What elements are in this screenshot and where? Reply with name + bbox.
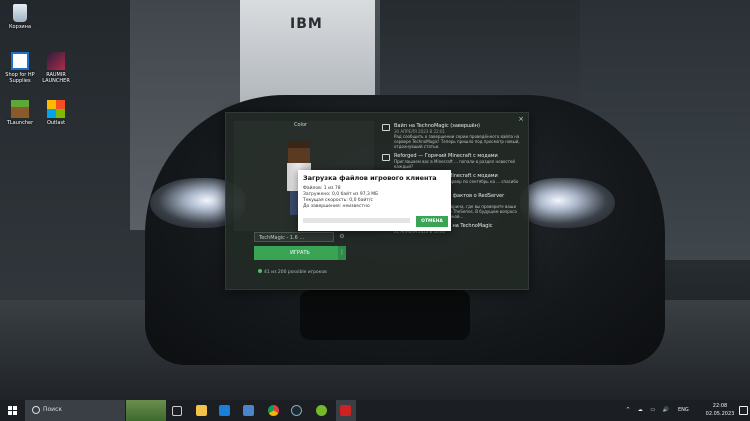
- play-options-icon[interactable]: ⋮: [338, 246, 346, 260]
- recycle-bin-icon: [13, 4, 27, 22]
- clock-time[interactable]: 22:08: [702, 403, 738, 409]
- online-dot-icon: [258, 269, 262, 273]
- windows-logo-icon: [8, 406, 17, 415]
- raumir-launcher-icon: [47, 52, 65, 70]
- mail-icon[interactable]: [243, 405, 254, 416]
- utorrent-icon[interactable]: [316, 405, 327, 416]
- steam-icon[interactable]: [291, 405, 302, 416]
- online-count: 41 из 200 possible игроков: [264, 270, 327, 275]
- cancel-button[interactable]: ОТМЕНА: [416, 216, 448, 227]
- close-icon[interactable]: ×: [518, 115, 524, 123]
- server-select[interactable]: TechMagic - 1.6 ...: [254, 232, 334, 242]
- file-explorer-icon[interactable]: [196, 405, 207, 416]
- desktop-icon-label: TLauncher: [6, 120, 34, 126]
- download-progress-bar: [303, 218, 410, 223]
- desktop-icon-tlauncher[interactable]: TLauncher: [0, 100, 40, 126]
- desktop-icon-label: Outlast: [46, 120, 66, 126]
- news-chat-icon: [382, 154, 390, 161]
- hp-printer-icon: [11, 52, 29, 70]
- launcher-taskbar-icon[interactable]: [340, 405, 351, 416]
- desktop-icon-recycle-bin[interactable]: Корзина: [0, 4, 40, 30]
- desktop-icon-raumir-launcher[interactable]: RAUMIR LAUNCHER: [36, 52, 76, 84]
- play-button[interactable]: ИГРАТЬ: [254, 246, 346, 260]
- wallpaper-headlight: [520, 178, 615, 228]
- wallpaper-car-grille: [300, 290, 470, 340]
- news-item[interactable]: Reforged — Горячий Minecraft с модами Пр…: [380, 153, 522, 169]
- clock-date[interactable]: 02.05.2023: [702, 411, 738, 417]
- language-indicator[interactable]: ENG: [678, 407, 689, 413]
- system-tray: ^ ☁ ▭ 🔊 ENG 22:08 02.05.2023: [620, 400, 750, 421]
- task-view-icon[interactable]: [172, 406, 182, 416]
- notifications-icon[interactable]: [739, 406, 748, 415]
- desktop-icon-outlast[interactable]: Outlast: [36, 100, 76, 126]
- taskbar-search[interactable]: Поиск: [25, 400, 125, 421]
- news-body: Приглашаем вас в Minecraft ... попали в …: [394, 159, 515, 169]
- skin-head: [288, 141, 310, 163]
- desktop-icon-label: Shop for HP Supplies: [5, 72, 35, 84]
- desktop-icon-label: RAUMIR LAUNCHER: [42, 72, 70, 84]
- search-highlight-image[interactable]: [126, 400, 166, 421]
- tlauncher-grass-block-icon: [11, 100, 29, 118]
- taskbar: Поиск ^ ☁ ▭ 🔊 ENG 22:08 02.05.2023: [0, 400, 750, 421]
- desktop-icon-hp-supplies[interactable]: Shop for HP Supplies: [0, 52, 40, 84]
- search-icon: [32, 406, 40, 414]
- desktop-icon-label: Корзина: [8, 24, 32, 30]
- time-remaining: До завершения: неизвестно: [303, 204, 370, 209]
- skin-name-label: Color: [294, 122, 308, 128]
- tray-icons[interactable]: ^ ☁ ▭ 🔊: [626, 407, 672, 413]
- store-icon[interactable]: [219, 405, 230, 416]
- search-placeholder: Поиск: [43, 406, 63, 413]
- news-chat-icon: [382, 124, 390, 131]
- outlast-game-icon: [47, 100, 65, 118]
- settings-gear-icon[interactable]: ⚙: [336, 232, 348, 242]
- online-status: 41 из 200 possible игроков: [258, 269, 327, 275]
- download-stats: Файлов: 1 из 78 Загружено: 0,0 байт из 9…: [303, 186, 378, 210]
- news-body: Рад сообщить о завершении серии проведён…: [394, 134, 520, 149]
- start-button[interactable]: [0, 400, 25, 421]
- dialog-title: Загрузка файлов игрового клиента: [303, 174, 437, 182]
- chrome-icon[interactable]: [268, 405, 279, 416]
- news-item[interactable]: Вайп на TechnoMagic (завершён) 30 АПРЕЛЯ…: [380, 123, 522, 149]
- wallpaper-ibm-sign: IBM: [290, 16, 323, 32]
